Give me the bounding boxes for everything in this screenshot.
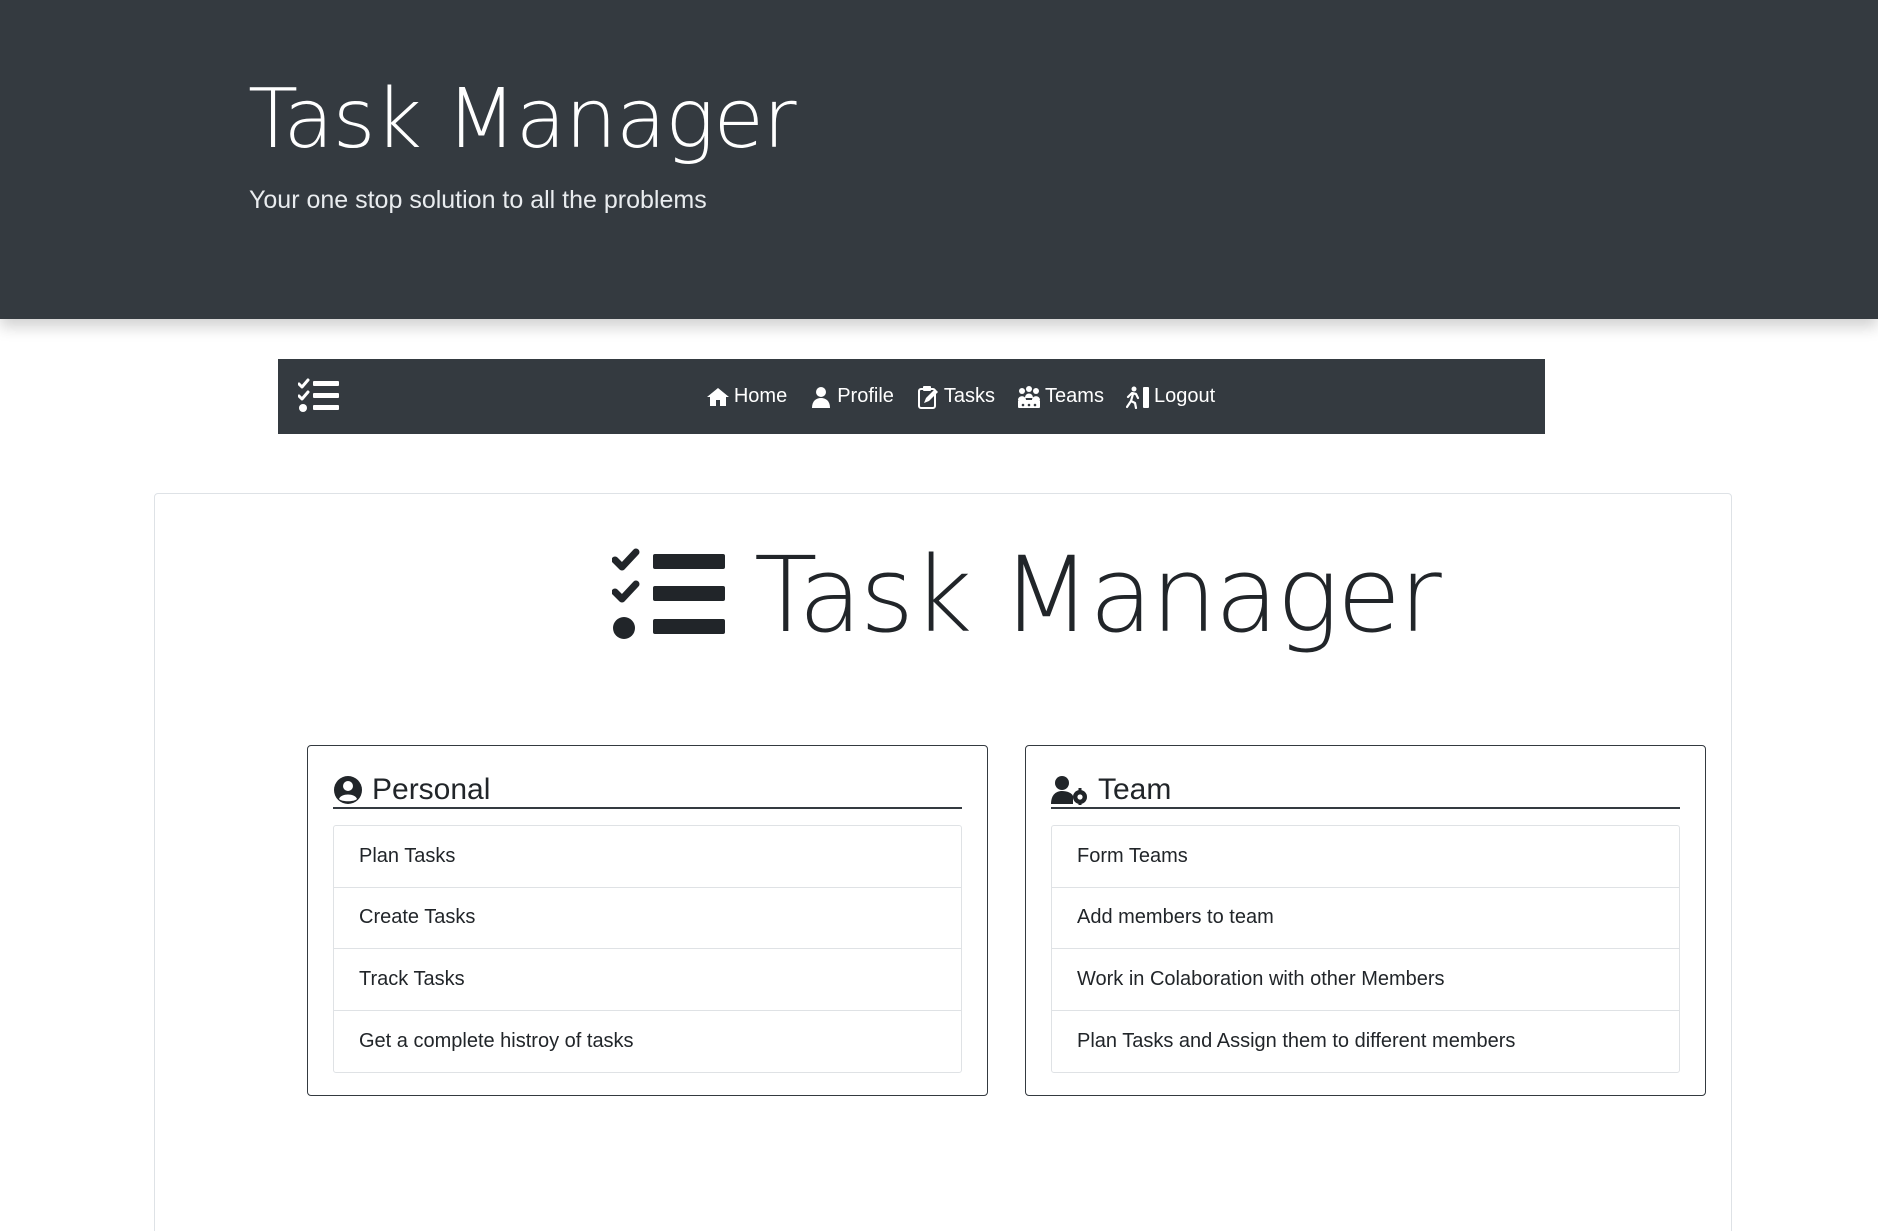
nav-profile[interactable]: Profile [809, 385, 894, 409]
nav-tasks[interactable]: Tasks [916, 385, 995, 409]
hero-heading: Task Manager [612, 534, 1442, 656]
nav-profile-label: Profile [837, 385, 894, 407]
page-title: Task Manager [248, 72, 797, 167]
team-card-header: Team [1051, 772, 1680, 809]
list-item: Work in Colaboration with other Members [1052, 949, 1679, 1011]
user-circle-icon [334, 775, 362, 804]
hero-title: Task Manager [754, 534, 1442, 656]
nav-teams-label: Teams [1045, 385, 1104, 407]
navbar: Home Profile Tasks Teams Logout [278, 359, 1545, 434]
tasks-list-icon [612, 548, 725, 639]
team-feature-list: Form Teams Add members to team Work in C… [1051, 825, 1680, 1073]
team-card: Team Form Teams Add members to team Work… [1025, 745, 1706, 1096]
nav-logout[interactable]: Logout [1125, 385, 1216, 409]
list-item: Plan Tasks [334, 826, 961, 888]
clipboard-edit-icon [917, 385, 938, 409]
header-banner: Task Manager Your one stop solution to a… [0, 0, 1878, 319]
list-item: Get a complete histroy of tasks [359, 1029, 634, 1052]
list-item: Form Teams [1052, 826, 1679, 888]
home-icon [706, 387, 729, 406]
user-icon [812, 386, 831, 408]
personal-card-title: Personal [372, 773, 491, 806]
people-group-icon [1018, 385, 1041, 408]
nav-links: Home Profile Tasks Teams Logout [278, 359, 1545, 434]
nav-home[interactable]: Home [706, 385, 787, 409]
list-item: Create Tasks [334, 888, 961, 949]
user-cog-icon [1051, 775, 1087, 805]
list-item: Plan Tasks and Assign them to different … [1077, 1029, 1516, 1052]
page-subtitle: Your one stop solution to all the proble… [249, 186, 707, 214]
nav-teams[interactable]: Teams [1017, 385, 1104, 409]
nav-logout-label: Logout [1153, 385, 1216, 407]
door-exit-icon [1125, 386, 1149, 409]
team-card-title: Team [1098, 773, 1172, 806]
list-item: Track Tasks [334, 949, 961, 1011]
personal-card: Personal Plan Tasks Create Tasks Track T… [307, 745, 988, 1096]
nav-tasks-label: Tasks [943, 385, 996, 407]
personal-card-header: Personal [333, 772, 962, 809]
nav-home-label: Home [733, 385, 788, 407]
personal-feature-list: Plan Tasks Create Tasks Track Tasks Get … [333, 825, 962, 1073]
list-item: Add members to team [1052, 888, 1679, 949]
